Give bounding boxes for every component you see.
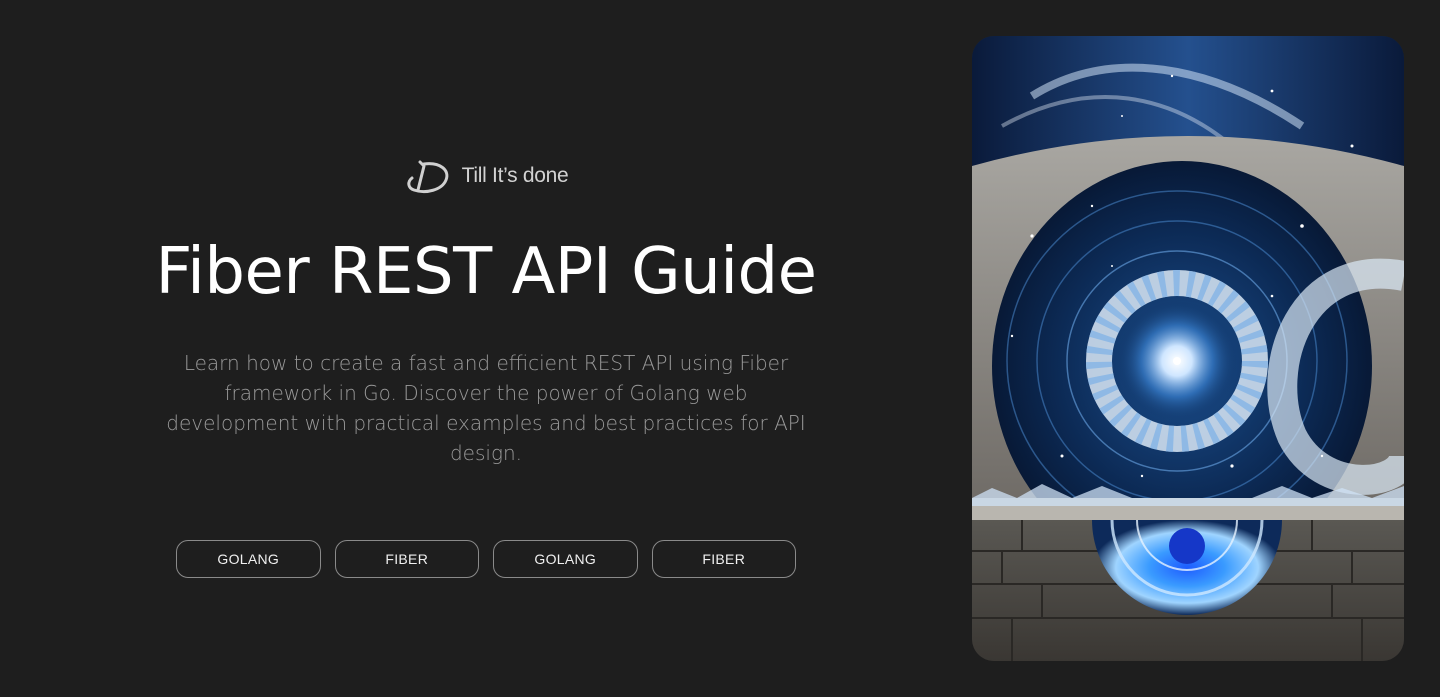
brand-name: Till It’s done <box>461 164 569 187</box>
hero-text-column: Till It’s done Fiber REST API Guide Lear… <box>155 0 817 697</box>
td-monogram-icon <box>407 160 449 194</box>
tag-golang[interactable]: GOLANG <box>493 539 638 578</box>
tag-fiber[interactable]: FIBER <box>334 539 479 578</box>
hero-description: Learn how to create a fast and efficient… <box>166 350 806 465</box>
tag-fiber[interactable]: FIBER <box>651 539 796 578</box>
hero-illustration <box>972 36 1404 661</box>
brand[interactable]: Till It’s done <box>404 156 569 196</box>
page: Till It’s done Fiber REST API Guide Lear… <box>0 0 1440 697</box>
tag-golang[interactable]: GOLANG <box>176 539 321 578</box>
tag-list: GOLANG FIBER GOLANG FIBER <box>176 539 796 578</box>
page-title: Fiber REST API Guide <box>155 235 817 309</box>
